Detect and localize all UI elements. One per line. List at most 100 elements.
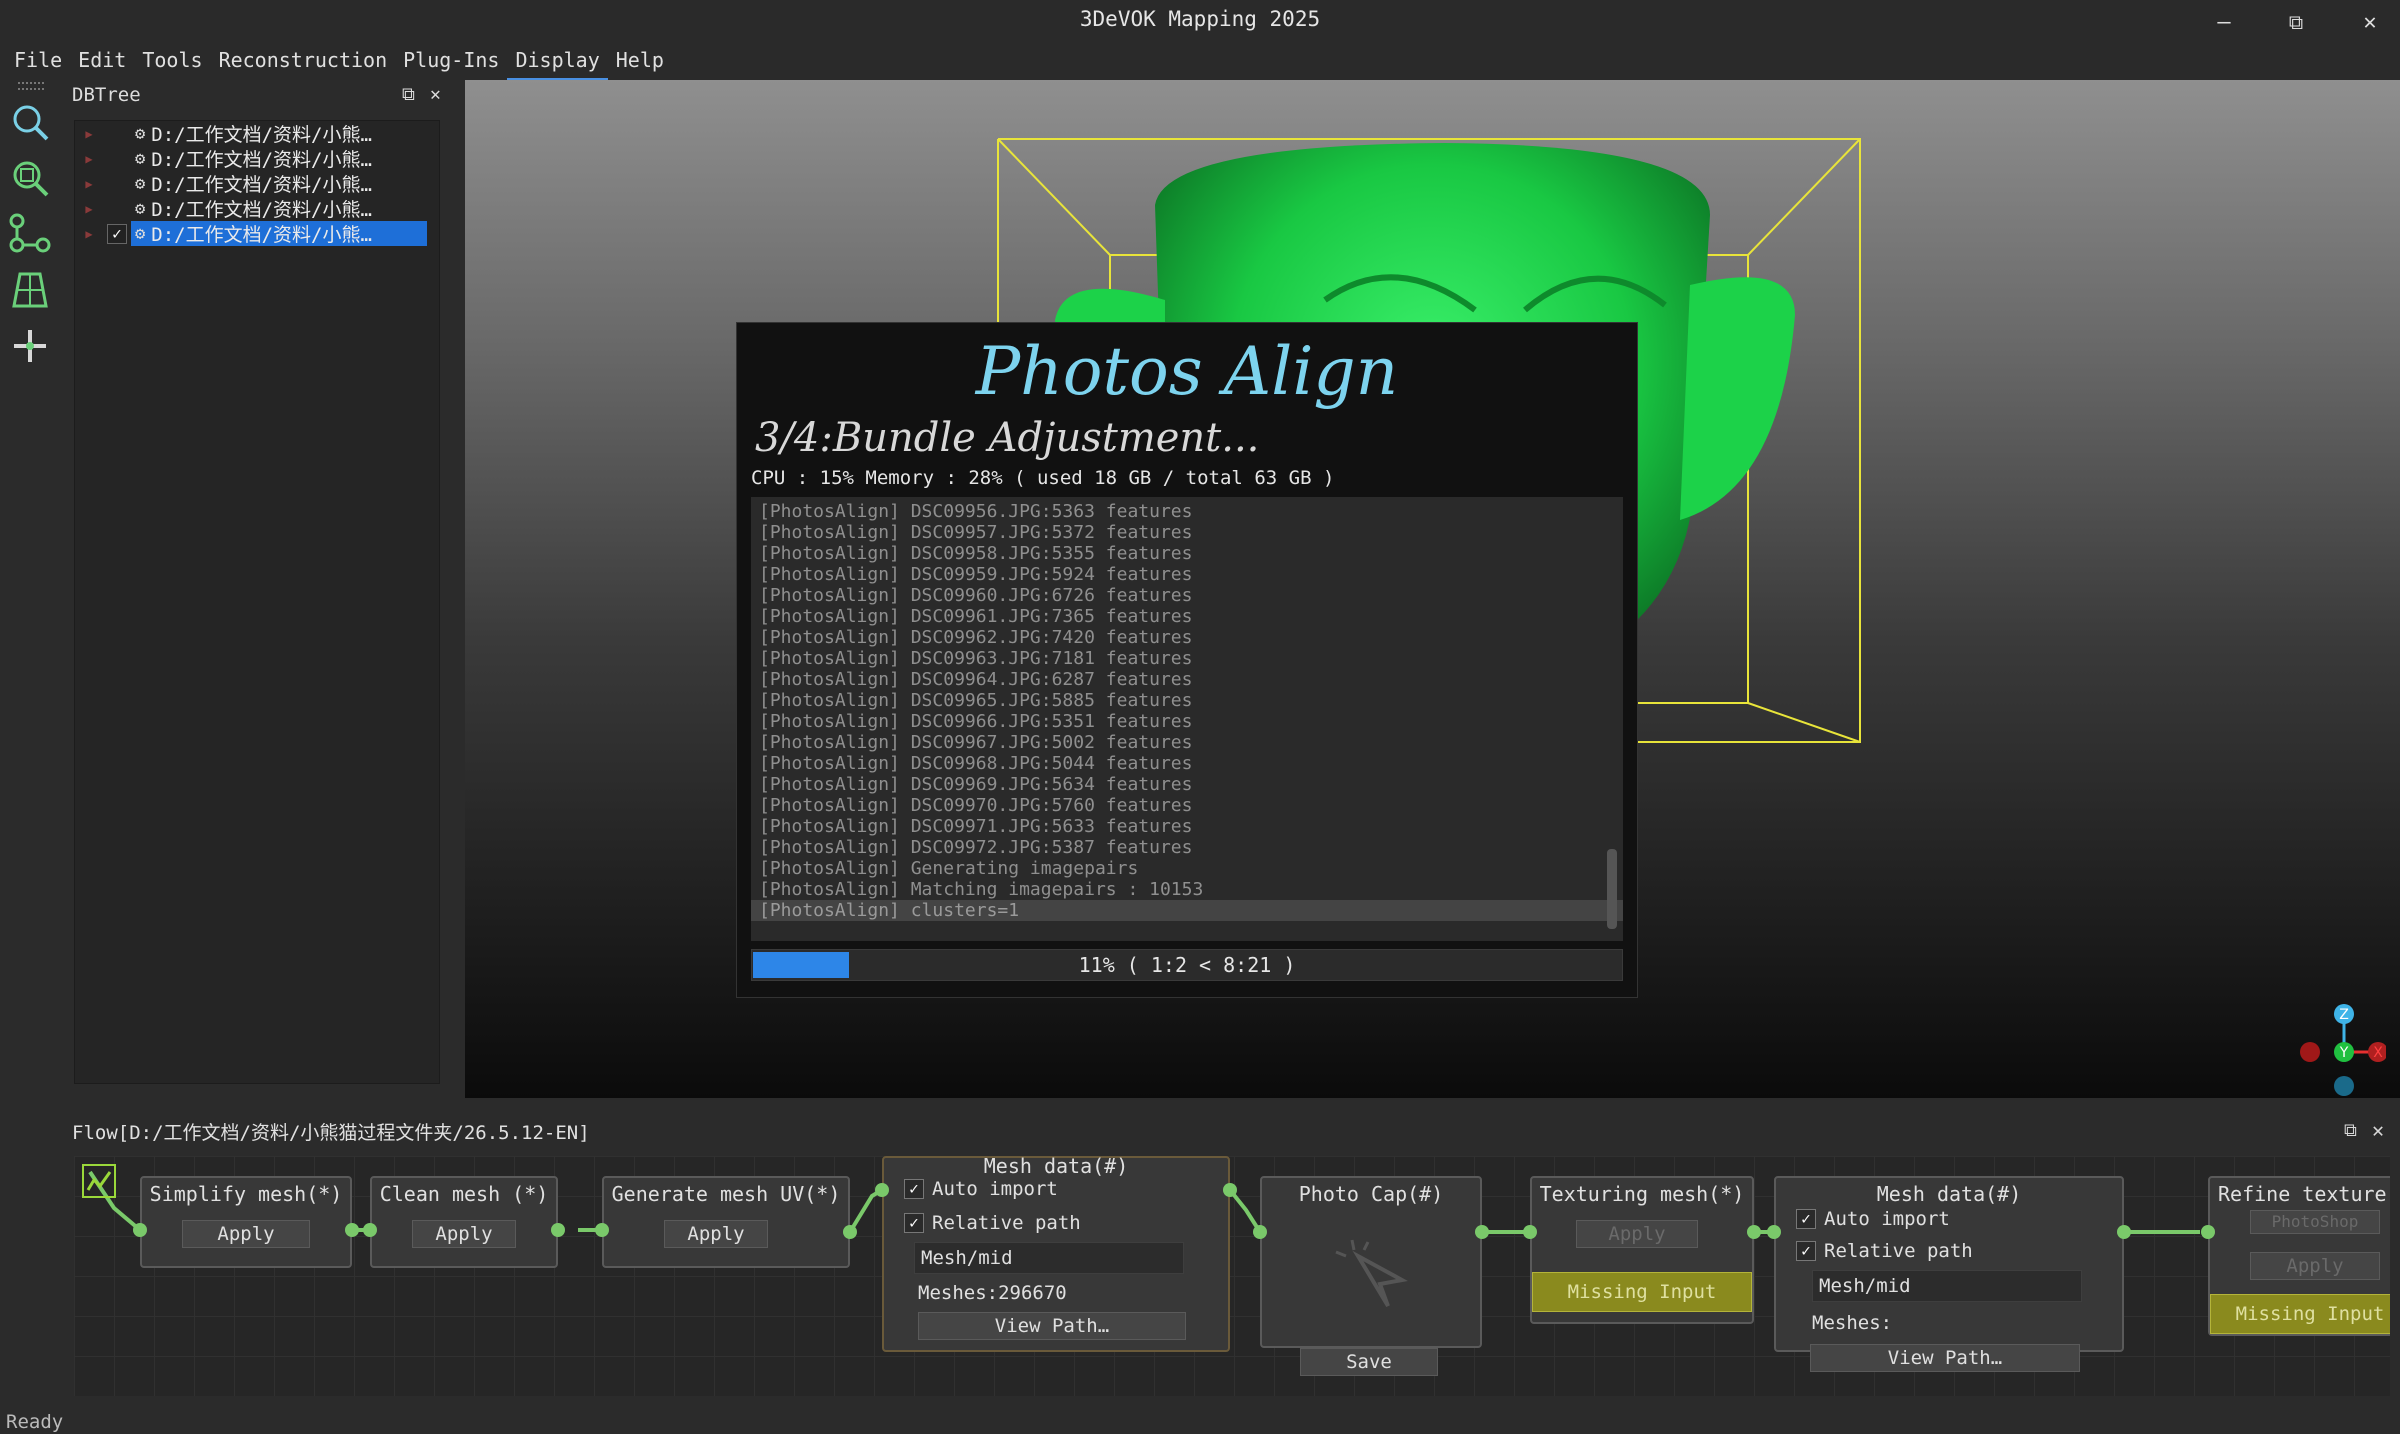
node-texturing-mesh[interactable]: Texturing mesh(*) Apply Missing Input	[1530, 1176, 1754, 1324]
menu-tools[interactable]: Tools	[134, 44, 210, 80]
expand-arrow-icon[interactable]: ▶	[81, 152, 97, 166]
log-line: [PhotosAlign] DSC09959.JPG:5924 features	[759, 564, 1193, 585]
view-path-button[interactable]: View Path…	[918, 1312, 1186, 1340]
auto-import-checkbox[interactable]: ✓ Auto import	[1796, 1206, 1950, 1232]
tree-item[interactable]: ▶ ⚙ D:/工作文档/资料/小熊…	[75, 196, 439, 222]
view-path-button[interactable]: View Path…	[1810, 1344, 2080, 1372]
neg-z-handle	[2334, 1076, 2354, 1096]
close-button[interactable]: ✕	[2350, 6, 2390, 38]
minimize-button[interactable]: —	[2204, 6, 2244, 38]
axes-gizmo[interactable]: Z X Y	[2296, 1002, 2388, 1098]
node-title: Mesh data(#)	[1876, 1182, 2022, 1206]
tree-item[interactable]: ▶ ⚙ D:/工作文档/资料/小熊…	[75, 146, 439, 172]
log-line: [PhotosAlign] clusters=1	[751, 900, 1623, 921]
cloud-icon: ⚙	[135, 123, 146, 144]
cloud-icon: ⚙	[135, 223, 146, 244]
resource-stats: CPU : 15% Memory : 28% ( used 18 GB / to…	[751, 467, 1335, 489]
restore-button[interactable]: ⧉	[2276, 6, 2316, 38]
flow-canvas[interactable]: Simplify mesh(*) Apply Clean mesh (*) Ap…	[74, 1156, 2390, 1396]
node-port[interactable]	[843, 1225, 857, 1239]
apply-button[interactable]: Apply	[664, 1220, 768, 1248]
zoom-fit-icon[interactable]	[6, 154, 54, 202]
log-scrollbar[interactable]	[1607, 849, 1617, 929]
relative-path-checkbox[interactable]: ✓ Relative path	[904, 1210, 1081, 1236]
tree-checkbox[interactable]: ✓	[107, 223, 127, 244]
expand-arrow-icon[interactable]: ▶	[81, 127, 97, 141]
node-port[interactable]	[1253, 1225, 1267, 1239]
close-icon[interactable]: ✕	[430, 84, 441, 105]
menu-plugins[interactable]: Plug-Ins	[395, 44, 507, 80]
log-line: [PhotosAlign] DSC09957.JPG:5372 features	[759, 522, 1193, 543]
progress-text: 11% ( 1:2 < 8:21 )	[1078, 953, 1296, 977]
save-button[interactable]: Save	[1300, 1348, 1438, 1376]
status-text: Ready	[6, 1411, 64, 1433]
node-port[interactable]	[551, 1223, 565, 1237]
menu-display[interactable]: Display	[507, 44, 608, 80]
mesh-path-field[interactable]: Mesh/mid	[914, 1242, 1184, 1274]
node-port[interactable]	[133, 1223, 147, 1237]
expand-arrow-icon[interactable]: ▶	[81, 227, 97, 241]
nodes-icon[interactable]	[6, 210, 54, 258]
log-line: [PhotosAlign] DSC09964.JPG:6287 features	[759, 669, 1193, 690]
tree-item-label: D:/工作文档/资料/小熊…	[151, 174, 372, 196]
node-title: Photo Cap(#)	[1298, 1182, 1444, 1206]
flow-start-icon[interactable]	[82, 1164, 116, 1198]
node-port[interactable]	[2201, 1225, 2215, 1239]
apply-button[interactable]: Apply	[2250, 1252, 2380, 1280]
tree-item[interactable]: ▶ ⚙ D:/工作文档/资料/小熊…	[75, 121, 439, 147]
log-line: [PhotosAlign] DSC09966.JPG:5351 features	[759, 711, 1193, 732]
menu-edit[interactable]: Edit	[70, 44, 134, 80]
expand-arrow-icon[interactable]: ▶	[81, 177, 97, 191]
apply-button[interactable]: Apply	[412, 1220, 516, 1248]
search-icon[interactable]	[6, 98, 54, 146]
cloud-icon: ⚙	[135, 148, 146, 169]
menu-help[interactable]: Help	[608, 44, 672, 80]
expand-arrow-icon[interactable]: ▶	[81, 202, 97, 216]
node-mesh-data[interactable]: Mesh data(#) ✓ Auto import ✓ Relative path…	[882, 1156, 1230, 1352]
move-icon[interactable]	[6, 322, 54, 370]
log-line: [PhotosAlign] DSC09956.JPG:5363 features	[759, 501, 1193, 522]
z-axis-label: Z	[2339, 1007, 2349, 1023]
menu-file[interactable]: File	[6, 44, 70, 80]
grid-icon[interactable]	[6, 266, 54, 314]
relative-path-checkbox[interactable]: ✓ Relative path	[1796, 1238, 1973, 1264]
node-port[interactable]	[1747, 1225, 1761, 1239]
dialog-step: 3/4:Bundle Adjustment...	[755, 415, 1260, 461]
float-icon[interactable]: ⧉	[402, 84, 415, 105]
log-line: [PhotosAlign] DSC09961.JPG:7365 features	[759, 606, 1193, 627]
apply-button[interactable]: Apply	[182, 1220, 310, 1248]
node-port[interactable]	[1523, 1225, 1537, 1239]
log-line: [PhotosAlign] DSC09958.JPG:5355 features	[759, 543, 1193, 564]
tree-item[interactable]: ▶ ⚙ D:/工作文档/资料/小熊…	[75, 171, 439, 197]
tree-item-selected[interactable]: ▶ ✓ ⚙ D:/工作文档/资料/小熊…	[75, 221, 439, 246]
node-port[interactable]	[345, 1223, 359, 1237]
missing-input-badge: Missing Input	[2210, 1294, 2390, 1334]
toolbar-grip[interactable]	[18, 82, 44, 90]
close-icon[interactable]: ✕	[2372, 1118, 2384, 1142]
refine-method-select[interactable]: PhotoShop	[2250, 1210, 2380, 1234]
node-mesh-data-2[interactable]: Mesh data(#) ✓ Auto import ✓ Relative path…	[1774, 1176, 2124, 1352]
node-refine-texture[interactable]: Refine texture PhotoShop Apply Missing I…	[2208, 1176, 2390, 1336]
node-port[interactable]	[363, 1223, 377, 1237]
apply-button[interactable]: Apply	[1576, 1220, 1698, 1248]
x-axis-label: X	[2373, 1045, 2383, 1061]
node-port[interactable]	[1475, 1225, 1489, 1239]
auto-import-checkbox[interactable]: ✓ Auto import	[904, 1176, 1058, 1202]
mesh-path-field[interactable]: Mesh/mid	[1812, 1270, 2082, 1302]
missing-input-badge: Missing Input	[1532, 1272, 1752, 1312]
node-clean-mesh[interactable]: Clean mesh (*) Apply	[370, 1176, 558, 1268]
node-port[interactable]	[875, 1183, 889, 1197]
node-port[interactable]	[1223, 1183, 1237, 1197]
menu-reconstruction[interactable]: Reconstruction	[211, 44, 396, 80]
node-title: Refine texture	[2218, 1182, 2387, 1206]
log-view[interactable]: [PhotosAlign] DSC09956.JPG:5363 features…	[751, 497, 1623, 941]
meshes-count: Meshes:296670	[918, 1282, 1067, 1304]
float-icon[interactable]: ⧉	[2344, 1120, 2357, 1141]
node-photo-cap[interactable]: Photo Cap(#)	[1260, 1176, 1482, 1348]
node-simplify-mesh[interactable]: Simplify mesh(*) Apply	[140, 1176, 352, 1268]
node-title: Clean mesh (*)	[379, 1182, 549, 1206]
node-port[interactable]	[595, 1223, 609, 1237]
node-port[interactable]	[1767, 1225, 1781, 1239]
node-generate-uv[interactable]: Generate mesh UV(*) Apply	[602, 1176, 850, 1268]
node-port[interactable]	[2117, 1225, 2131, 1239]
